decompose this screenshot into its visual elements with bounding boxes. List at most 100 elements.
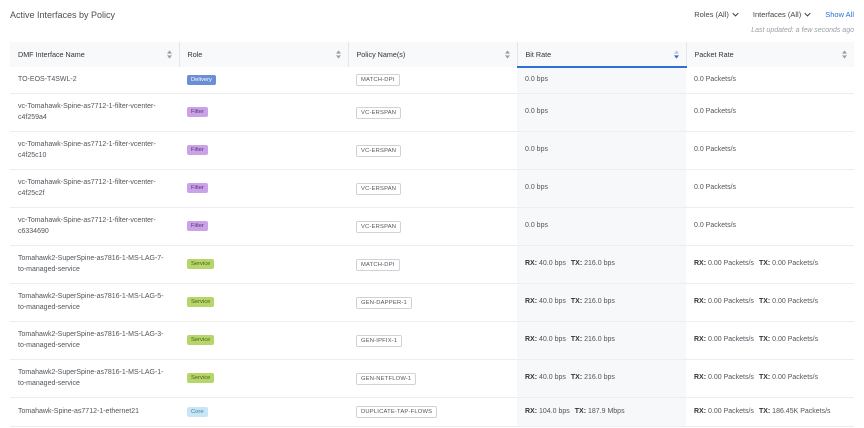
bit-rate-value: 0.0 bps [525, 222, 548, 230]
role-badge: Service [187, 297, 215, 308]
interface-name-cell: Tomahawk2-SuperSpine-as7816-1-MS-LAG-7-t… [10, 245, 179, 284]
tx-bit-rate-value: 216.0 bps [584, 260, 615, 268]
roles-filter-dropdown[interactable]: Roles (All) [694, 10, 739, 19]
rx-bit-rate-value: 40.0 bps [539, 260, 566, 268]
interface-name-cell: vc-Tomahawk-Spine-as7712-1-filter-vcente… [10, 207, 179, 246]
role-cell: Service [179, 245, 348, 284]
interface-name: vc-Tomahawk-Spine-as7712-1-filter-vcente… [18, 141, 156, 159]
policy-tag[interactable]: VC-ERSPAN [356, 220, 402, 233]
table-row[interactable]: Tomahawk2-SuperSpine-as7816-1-MS-LAG-7-t… [10, 245, 854, 284]
interface-name-cell: vc-Tomahawk-Spine-as7712-1-filter-vcente… [10, 131, 179, 170]
policy-cell: MATCH-DPI [348, 67, 517, 94]
interface-name: Tomahawk-Spine-as7712-1-ethernet21 [18, 407, 140, 415]
tx-label: TX: [574, 407, 587, 415]
column-header-policy-names[interactable]: Policy Name(s) [348, 42, 518, 67]
interface-name: vc-Tomahawk-Spine-as7712-1-filter-vcente… [18, 217, 156, 235]
tx-packet-rate-value: 0.00 Packets/s [772, 374, 819, 382]
packet-rate-value: 0.0 Packets/s [694, 75, 737, 83]
packet-rate-value: 0.0 Packets/s [694, 146, 737, 154]
tx-label: TX: [570, 298, 583, 306]
table-row[interactable]: Tomahawk2-SuperSpine-as7816-1-MS-LAG-3-t… [10, 321, 854, 360]
table-row[interactable]: Tomahawk-Spine-as7712-1-ethernet21 Core DU… [10, 397, 854, 427]
tx-label: TX: [570, 260, 583, 268]
tx-label: TX: [758, 374, 771, 382]
policy-tag[interactable]: GEN-DAPPER-1 [356, 296, 412, 309]
column-header-role[interactable]: Role [179, 42, 349, 67]
column-header-interface-name[interactable]: DMF Interface Name [10, 42, 180, 67]
tx-bit-rate-value: 216.0 bps [584, 336, 615, 344]
column-header-label: Packet Rate [694, 50, 734, 59]
bit-rate-cell: RX: 40.0 bps TX: 216.0 bps [517, 321, 686, 360]
show-all-link[interactable]: Show All [825, 10, 854, 19]
policy-cell: VC-ERSPAN [348, 169, 517, 208]
table-row[interactable]: vc-Tomahawk-Spine-as7712-1-filter-vcente… [10, 169, 854, 208]
bit-rate-cell: 0.0 bps [517, 131, 686, 170]
tx-label: TX: [570, 374, 583, 382]
packet-rate-value: 0.0 Packets/s [694, 222, 737, 230]
table-row[interactable]: Tomahawk2-SuperSpine-as7816-1-MS-LAG-1-t… [10, 359, 854, 398]
packet-rate-value: 0.0 Packets/s [694, 184, 737, 192]
tx-label: TX: [758, 260, 771, 268]
table-row[interactable]: vc-Tomahawk-Spine-as7712-1-filter-vcente… [10, 131, 854, 170]
table-row[interactable]: vc-Tomahawk-Spine-as7712-1-filter-vcente… [10, 93, 854, 132]
policy-tag[interactable]: MATCH-DPI [356, 74, 400, 86]
packet-rate-cell: 0.0 Packets/s [686, 169, 854, 208]
packet-rate-cell: 0.0 Packets/s [686, 67, 854, 94]
column-header-label: Bit Rate [525, 49, 552, 59]
packet-rate-cell: 0.0 Packets/s [686, 131, 854, 170]
interfaces-filter-dropdown[interactable]: Interfaces (All) [753, 10, 811, 19]
role-badge: Filter [187, 145, 208, 156]
tx-packet-rate-value: 0.00 Packets/s [772, 260, 819, 268]
tx-packet-rate-value: 0.00 Packets/s [772, 336, 819, 344]
bit-rate-cell: 0.0 bps [517, 169, 686, 208]
role-badge: Filter [187, 107, 208, 118]
rx-label: RX: [694, 260, 707, 268]
sort-icon[interactable] [673, 50, 679, 59]
policy-cell: MATCH-DPI [348, 245, 517, 284]
interface-name-cell: vc-Tomahawk-Spine-as7712-1-filter-vcente… [10, 93, 179, 132]
sort-icon[interactable] [504, 50, 510, 59]
policy-tag[interactable]: GEN-NETFLOW-1 [356, 372, 417, 385]
column-header-packet-rate[interactable]: Packet Rate [686, 42, 854, 67]
last-updated-text: Last updated: a few seconds ago [751, 27, 854, 34]
role-badge: Service [187, 373, 215, 384]
packet-rate-cell: RX: 0.00 Packets/s TX: 186.45K Packets/s [686, 397, 854, 427]
bit-rate-cell: 0.0 bps [517, 93, 686, 132]
role-cell: Service [179, 283, 348, 322]
policy-tag[interactable]: DUPLICATE-TAP-FLOWS [356, 406, 438, 418]
role-cell: Filter [179, 93, 348, 132]
sort-icon[interactable] [335, 50, 341, 59]
policy-tag[interactable]: VC-ERSPAN [356, 182, 402, 195]
sort-icon[interactable] [166, 50, 172, 59]
bit-rate-cell: 0.0 bps [517, 207, 686, 246]
packet-rate-cell: RX: 0.00 Packets/s TX: 0.00 Packets/s [686, 245, 854, 284]
tx-packet-rate-value: 0.00 Packets/s [772, 298, 819, 306]
column-header-label: DMF Interface Name [18, 50, 85, 59]
sort-icon[interactable] [842, 50, 847, 59]
policy-tag[interactable]: MATCH-DPI [356, 258, 400, 271]
interface-name: vc-Tomahawk-Spine-as7712-1-filter-vcente… [18, 103, 156, 121]
column-header-bit-rate[interactable]: Bit Rate [517, 42, 687, 68]
rx-packet-rate-value: 0.00 Packets/s [708, 374, 754, 382]
tx-label: TX: [758, 336, 771, 344]
policy-cell: VC-ERSPAN [348, 131, 517, 170]
table-row[interactable]: Tomahawk2-SuperSpine-as7816-1-MS-LAG-5-t… [10, 283, 854, 322]
interfaces-filter-label: Interfaces (All) [752, 10, 802, 19]
policy-tag[interactable]: VC-ERSPAN [356, 144, 402, 157]
policy-tag[interactable]: GEN-IPFIX-1 [356, 334, 403, 347]
column-header-label: Role [187, 50, 203, 59]
column-header-label: Policy Name(s) [356, 50, 406, 59]
bit-rate-cell: RX: 40.0 bps TX: 216.0 bps [517, 283, 686, 322]
role-badge: Filter [187, 183, 208, 194]
rx-label: RX: [525, 336, 538, 344]
table-row[interactable]: vc-Tomahawk-Spine-as7712-1-filter-vcente… [10, 207, 854, 246]
tx-bit-rate-value: 187.9 Mbps [588, 407, 625, 415]
packet-rate-cell: 0.0 Packets/s [686, 93, 854, 132]
bit-rate-cell: RX: 40.0 bps TX: 216.0 bps [517, 245, 686, 284]
policy-tag[interactable]: VC-ERSPAN [356, 106, 402, 119]
table-row[interactable]: TO-EOS-T4SWL-2 Delivery MATCH-DPI 0.0 bps 0.… [10, 67, 854, 94]
rx-packet-rate-value: 0.00 Packets/s [708, 407, 754, 415]
tx-label: TX: [570, 336, 583, 344]
tx-bit-rate-value: 216.0 bps [584, 374, 615, 382]
rx-label: RX: [694, 407, 707, 415]
